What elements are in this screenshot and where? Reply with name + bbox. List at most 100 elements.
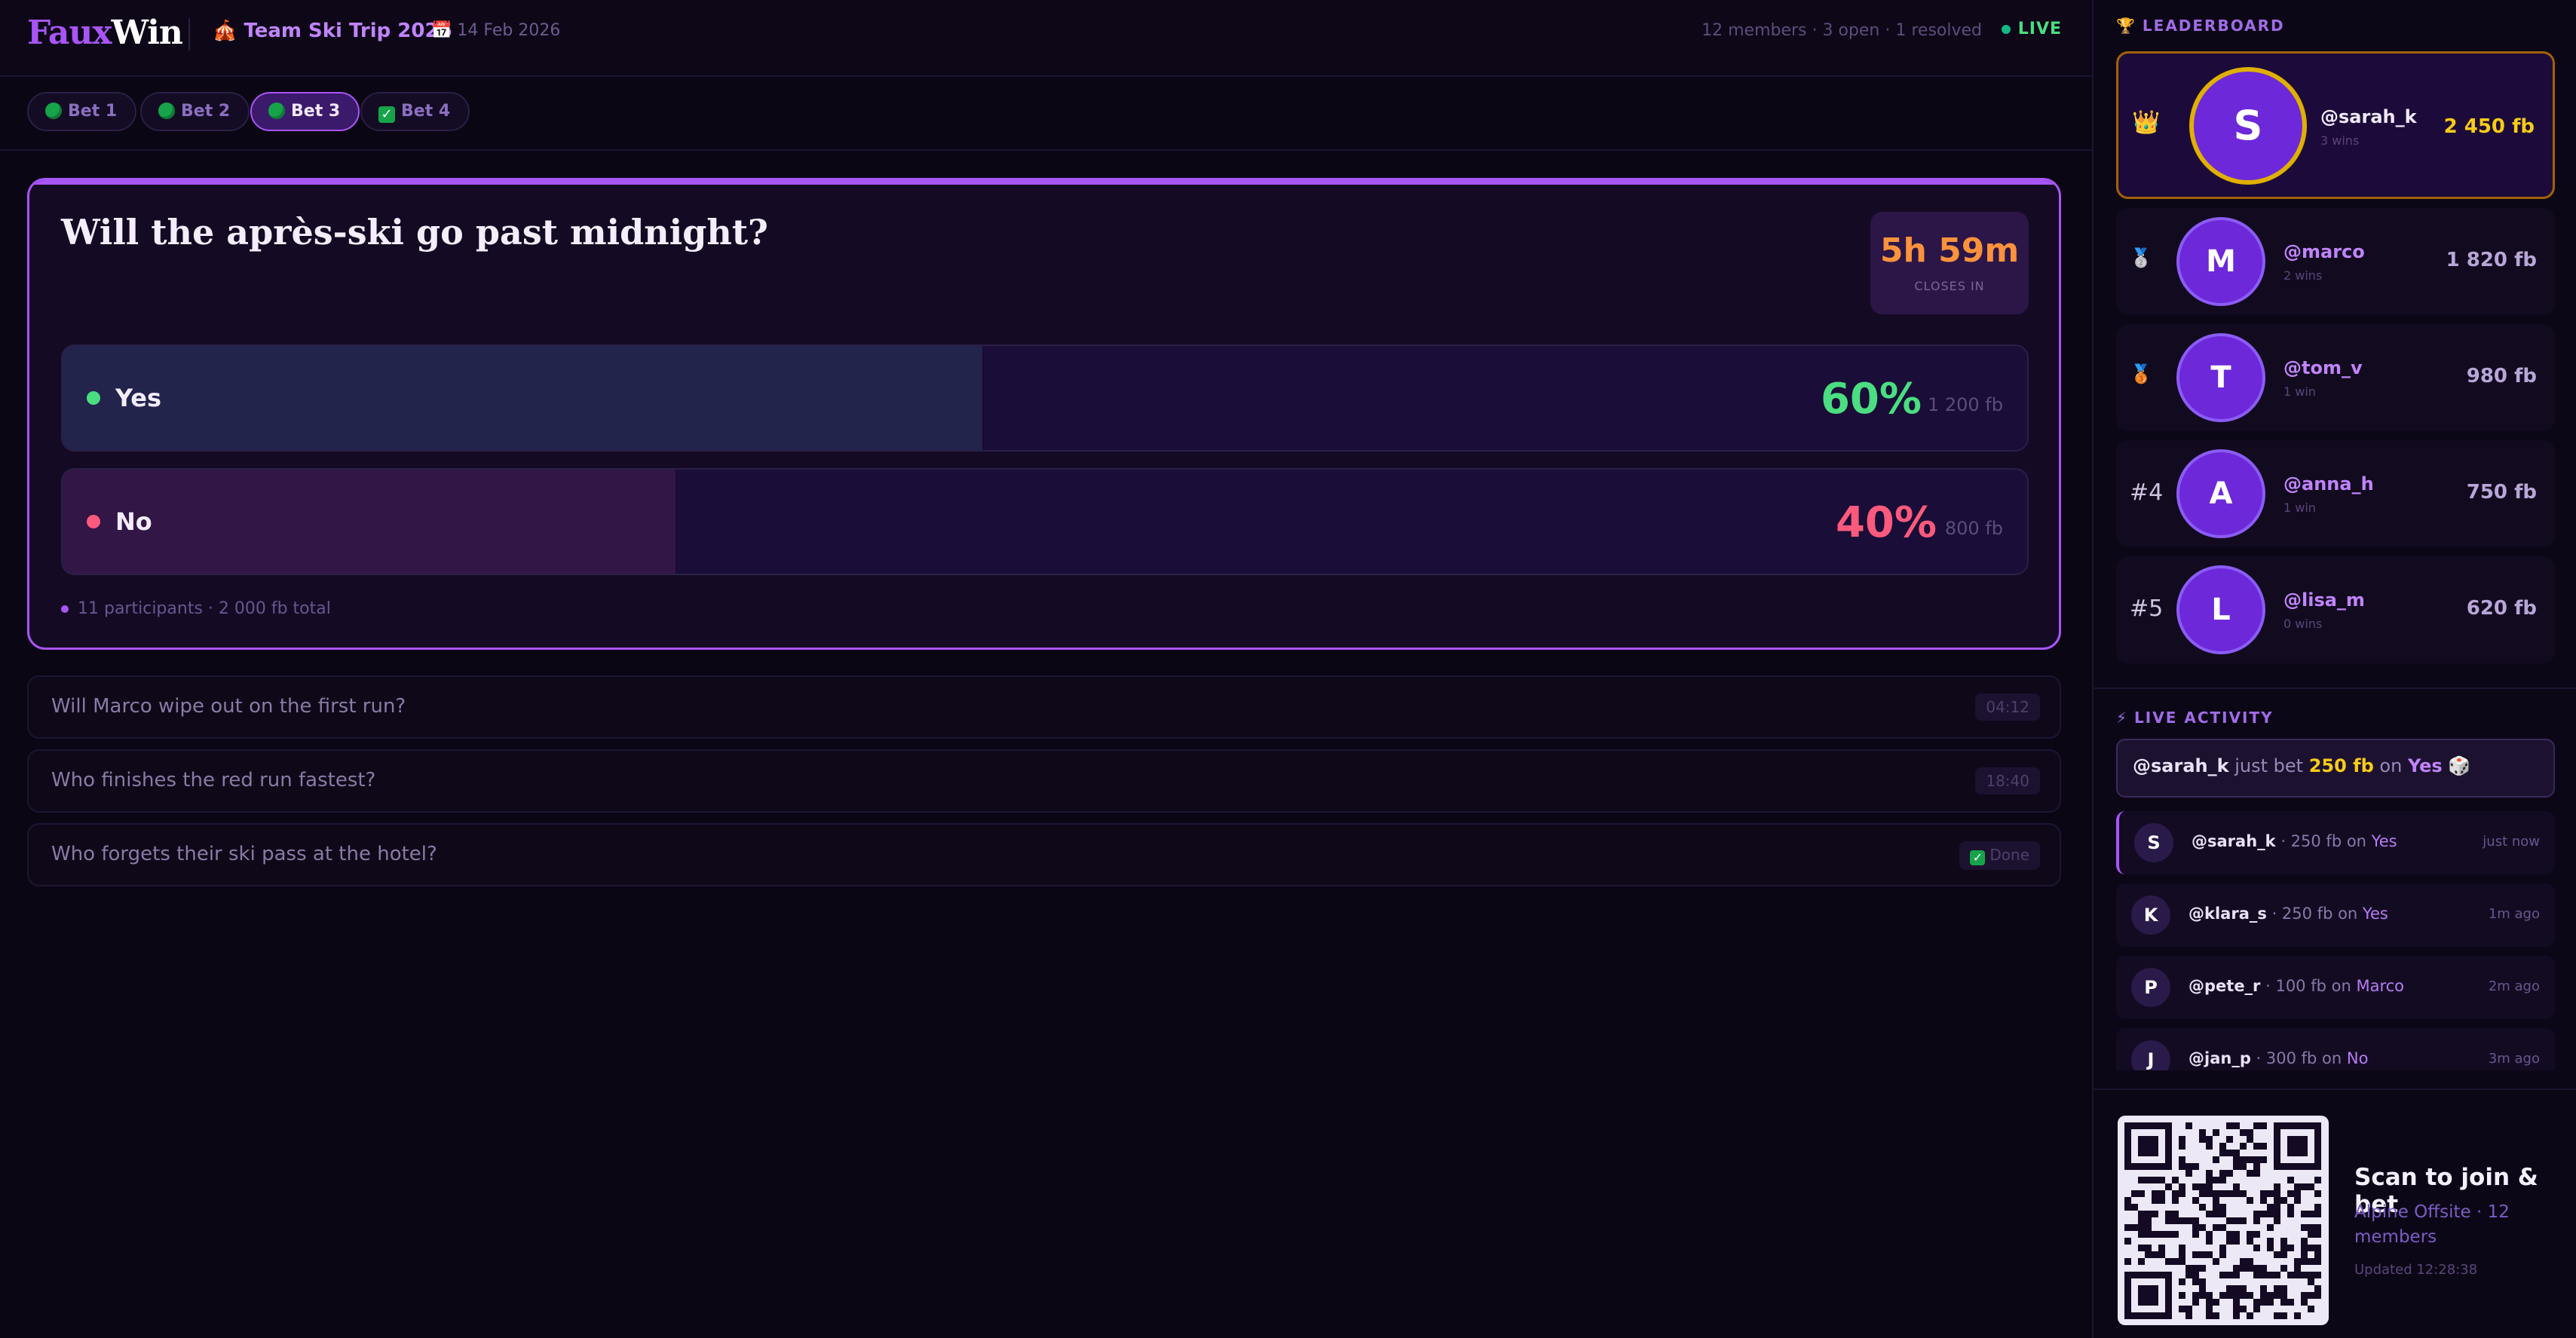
bet-row[interactable]: Who forgets their ski pass at the hotel?… (27, 823, 2061, 886)
yes-dot-icon (87, 391, 100, 405)
section-divider (2094, 1088, 2576, 1090)
open-status-icon (268, 103, 285, 119)
header-divider (188, 18, 190, 51)
leaderboard-entry[interactable]: 🥉 T @tom_v 1 win 980 fb (2116, 324, 2555, 431)
leader-points: 620 fb (2466, 597, 2537, 620)
card-accent-bar (29, 180, 2059, 185)
option-no[interactable]: No 40% 800 fb (61, 468, 2029, 575)
activity-item: K @klara_s · 250 fb on Yes 1m ago (2116, 883, 2555, 947)
countdown-timer: 5h 59m CLOSES IN (1870, 212, 2029, 314)
leader-points: 750 fb (2466, 481, 2537, 504)
tab-bet-1[interactable]: Bet 1 (27, 92, 137, 131)
bet-row[interactable]: Will Marco wipe out on the first run? 04… (27, 675, 2061, 739)
option-yes[interactable]: Yes 60% 1 200 fb (61, 344, 2029, 452)
option-no-amount: 800 fb (1944, 518, 2003, 539)
leader-points: 2 450 fb (2443, 115, 2535, 138)
bet-question: Will the après-ski go past midnight? (61, 212, 769, 253)
leader-username: @sarah_k (2320, 106, 2417, 127)
rank-number: #5 (2130, 596, 2164, 622)
calendar-icon: 📅 (431, 21, 452, 40)
avatar: A (2176, 449, 2265, 538)
checkmark-icon: ✓ (1970, 850, 1986, 865)
sidebar: 🏆 LEADERBOARD 👑 S @sarah_k 3 wins 2 450 f… (2092, 0, 2576, 1338)
avatar: L (2176, 565, 2265, 654)
bet-tabs: Bet 1 Bet 2 Bet 3 ✓ Bet 4 (0, 77, 2092, 151)
open-status-icon (158, 103, 175, 119)
leader-points: 980 fb (2466, 365, 2537, 387)
leader-username: @anna_h (2283, 473, 2374, 494)
leader-wins: 2 wins (2283, 268, 2323, 283)
option-no-percent: 40% (1835, 498, 1937, 547)
checkmark-icon: ✓ (378, 106, 395, 123)
bet-timer-tag: 04:12 (1975, 693, 2040, 721)
trophy-icon: 🏆 (2116, 17, 2136, 35)
option-no-fill (63, 470, 676, 574)
tent-icon: 🎪 (213, 20, 237, 42)
avatar: M (2176, 217, 2265, 306)
trip-name: 🎪 Team Ski Trip 2026 (213, 20, 452, 42)
last-updated: Updated 12:28:38 (2354, 1262, 2478, 1278)
avatar: K (2131, 896, 2170, 935)
leader-wins: 0 wins (2283, 617, 2323, 631)
bet-done-tag: ✓ Done (1959, 841, 2040, 870)
leader-username: @marco (2283, 241, 2365, 262)
leaderboard-entry[interactable]: 🥈 M @marco 2 wins 1 820 fb (2116, 208, 2555, 315)
activity-ticker: @sarah_k just bet 250 fb on Yes 🎲 (2116, 739, 2555, 798)
activity-time: 3m ago (2488, 1051, 2540, 1067)
bet-timer-tag: 18:40 (1975, 767, 2040, 795)
summary-dot-icon (61, 605, 69, 613)
leaderboard-title: 🏆 LEADERBOARD (2116, 17, 2285, 35)
live-dot-icon (2001, 25, 2011, 34)
qr-code[interactable] (2118, 1116, 2329, 1325)
option-yes-percent: 60% (1820, 375, 1922, 424)
activity-time: 1m ago (2488, 906, 2540, 922)
top-header: FauxWin 🎪 Team Ski Trip 2026 📅 14 Feb 20… (0, 0, 2092, 77)
main-area: FauxWin 🎪 Team Ski Trip 2026 📅 14 Feb 20… (0, 0, 2092, 1338)
activity-item: P @pete_r · 100 fb on Marco 2m ago (2116, 956, 2555, 1019)
live-activity-title: ⚡ LIVE ACTIVITY (2116, 709, 2274, 727)
timer-value: 5h 59m (1879, 231, 2020, 270)
section-divider (2094, 687, 2576, 689)
current-bet-card: Will the après-ski go past midnight? 5h … (27, 178, 2061, 650)
activity-item: J @jan_p · 300 fb on No 3m ago (2116, 1028, 2555, 1070)
bronze-medal-icon: 🥉 (2130, 363, 2152, 384)
leader-points: 1 820 fb (2446, 249, 2537, 271)
leaderboard-entry[interactable]: 👑 S @sarah_k 3 wins 2 450 fb (2116, 51, 2555, 199)
tab-bet-3[interactable]: Bet 3 (250, 92, 360, 131)
avatar: S (2134, 823, 2173, 862)
activity-feed[interactable]: S @sarah_k · 250 fb on Yes just now K @k… (2094, 804, 2576, 1070)
qr-code-icon (2124, 1122, 2321, 1319)
activity-time: just now (2483, 834, 2540, 850)
leader-username: @tom_v (2283, 357, 2363, 378)
crown-icon: 👑 (2132, 109, 2161, 136)
bet-summary: 11 participants · 2 000 fb total (61, 599, 331, 618)
app-logo[interactable]: FauxWin (27, 14, 183, 52)
silver-medal-icon: 🥈 (2130, 247, 2152, 268)
activity-time: 2m ago (2488, 978, 2540, 994)
avatar: T (2176, 333, 2265, 422)
tab-bet-2[interactable]: Bet 2 (140, 92, 250, 131)
group-info: Alpine Offsite · 12 members (2354, 1202, 2510, 1247)
avatar: P (2131, 968, 2170, 1007)
leader-wins: 1 win (2283, 501, 2316, 515)
timer-label: CLOSES IN (1914, 279, 1985, 293)
tab-bet-4[interactable]: ✓ Bet 4 (360, 92, 470, 131)
option-yes-fill (63, 346, 982, 450)
leaderboard-entry[interactable]: #5 L @lisa_m 0 wins 620 fb (2116, 556, 2555, 663)
live-indicator: LIVE (2001, 20, 2062, 38)
trip-date: 📅 14 Feb 2026 (431, 21, 561, 40)
activity-item: S @sarah_k · 250 fb on Yes just now (2116, 811, 2555, 874)
option-yes-amount: 1 200 fb (1927, 394, 2003, 415)
option-no-label: No (115, 507, 152, 536)
no-dot-icon (87, 515, 100, 528)
leader-username: @lisa_m (2283, 589, 2365, 611)
lightning-icon: ⚡ (2116, 709, 2129, 727)
leader-wins: 3 wins (2320, 133, 2360, 148)
bet-row[interactable]: Who finishes the red run fastest? 18:40 (27, 749, 2061, 813)
rank-number: #4 (2130, 479, 2164, 506)
option-yes-label: Yes (115, 384, 161, 412)
open-status-icon (45, 103, 62, 119)
avatar: J (2131, 1040, 2170, 1070)
leaderboard-entry[interactable]: #4 A @anna_h 1 win 750 fb (2116, 440, 2555, 547)
avatar: S (2189, 67, 2307, 185)
